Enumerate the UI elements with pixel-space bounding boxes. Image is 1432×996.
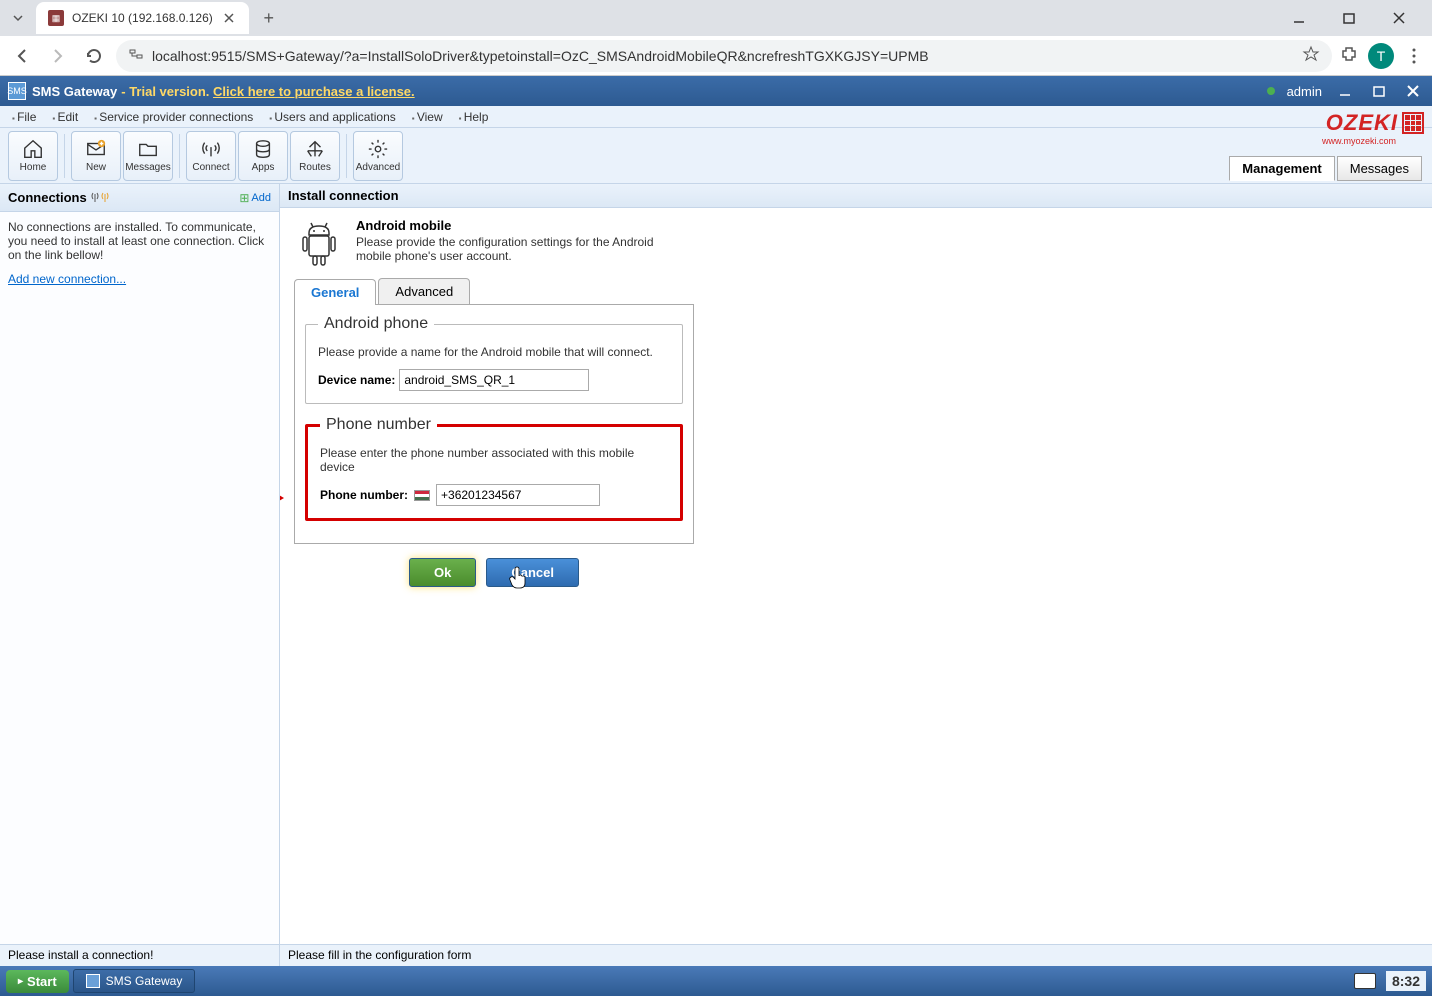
menu-view[interactable]: View: [404, 108, 451, 126]
logo-subtitle: www.myozeki.com: [1322, 136, 1396, 146]
connections-empty-text: No connections are installed. To communi…: [8, 220, 271, 262]
app-maximize-icon[interactable]: [1368, 80, 1390, 102]
app-minimize-icon[interactable]: [1334, 80, 1356, 102]
android-icon: [294, 218, 344, 268]
hungary-flag-icon: [414, 490, 430, 501]
taskbar-app-label: SMS Gateway: [106, 974, 183, 988]
status-dot-icon: [1267, 87, 1275, 95]
toolbar-apps-button[interactable]: Apps: [238, 131, 288, 181]
form-tab-general[interactable]: General: [294, 279, 376, 305]
toolbar-new-button[interactable]: New: [71, 131, 121, 181]
android-phone-legend: Android phone: [318, 315, 434, 333]
logo-text: OZEKI: [1326, 110, 1398, 136]
tab-close-icon[interactable]: [221, 10, 237, 26]
toolbar-routes-label: Routes: [299, 162, 331, 173]
toolbar-routes-button[interactable]: Routes: [290, 131, 340, 181]
tab-favicon-icon: ▦: [48, 10, 64, 26]
nav-reload-icon[interactable]: [80, 42, 108, 70]
toolbar-connect-button[interactable]: Connect: [186, 131, 236, 181]
profile-badge[interactable]: T: [1368, 43, 1394, 69]
toolbar-messages-button[interactable]: Messages: [123, 131, 173, 181]
add-connection-link[interactable]: Add: [239, 191, 271, 205]
antenna-icon: [200, 138, 222, 160]
status-right: Please fill in the configuration form: [280, 945, 479, 966]
taskbar-clock: 8:32: [1386, 971, 1426, 991]
android-phone-fieldset: Android phone Please provide a name for …: [305, 315, 683, 404]
folder-icon: [137, 138, 159, 160]
gear-icon: [367, 138, 389, 160]
red-arrow-annotation: [280, 458, 284, 538]
license-link[interactable]: Click here to purchase a license.: [213, 84, 415, 99]
add-new-connection-link[interactable]: Add new connection...: [8, 272, 126, 286]
device-name-label: Device name:: [318, 373, 395, 387]
window-close-icon[interactable]: [1384, 3, 1414, 33]
toolbar-separator: [179, 134, 180, 178]
tab-dropdown-icon[interactable]: [8, 8, 28, 28]
ok-button[interactable]: Ok: [409, 558, 476, 587]
menu-edit[interactable]: Edit: [44, 108, 86, 126]
bookmark-icon[interactable]: [1302, 45, 1320, 66]
toolbar-separator: [64, 134, 65, 178]
window-minimize-icon[interactable]: [1284, 3, 1314, 33]
app-title: SMS Gateway: [32, 84, 117, 99]
toolbar-advanced-button[interactable]: Advanced: [353, 131, 403, 181]
menu-file[interactable]: File: [4, 108, 44, 126]
trial-label: - Trial version.: [121, 84, 209, 99]
app-close-icon[interactable]: [1402, 80, 1424, 102]
connections-panel-icon: [91, 188, 109, 207]
user-label: admin: [1287, 84, 1322, 99]
connections-panel-title: Connections: [8, 190, 87, 205]
toolbar-advanced-label: Advanced: [356, 162, 400, 173]
nav-forward-icon[interactable]: [44, 42, 72, 70]
device-name-input[interactable]: [399, 369, 589, 391]
form-tab-advanced[interactable]: Advanced: [378, 278, 470, 304]
logo-grid-icon: [1402, 112, 1424, 134]
new-message-icon: [85, 138, 107, 160]
phone-number-input[interactable]: [436, 484, 600, 506]
home-icon: [22, 138, 44, 160]
site-info-icon[interactable]: [128, 46, 144, 65]
extensions-icon[interactable]: [1340, 45, 1358, 66]
new-tab-button[interactable]: +: [255, 4, 283, 32]
window-maximize-icon[interactable]: [1334, 3, 1364, 33]
status-left: Please install a connection!: [0, 945, 280, 966]
menu-users[interactable]: Users and applications: [261, 108, 403, 126]
toolbar-new-label: New: [86, 162, 106, 173]
database-icon: [252, 138, 274, 160]
menu-service-provider[interactable]: Service provider connections: [86, 108, 261, 126]
toolbar-connect-label: Connect: [192, 162, 229, 173]
toolbar-separator: [346, 134, 347, 178]
toolbar-home-label: Home: [20, 162, 47, 173]
nav-back-icon[interactable]: [8, 42, 36, 70]
app-icon: SMS: [8, 82, 26, 100]
toolbar-apps-label: Apps: [252, 162, 275, 173]
taskbar-sms-gateway[interactable]: SMS Gateway: [73, 969, 196, 993]
phone-number-description: Please enter the phone number associated…: [320, 446, 668, 474]
taskbar-app-icon: [86, 974, 100, 988]
tab-title: OZEKI 10 (192.168.0.126): [72, 11, 213, 25]
menu-help[interactable]: Help: [451, 108, 497, 126]
chrome-menu-icon[interactable]: [1404, 48, 1424, 64]
url-text: localhost:9515/SMS+Gateway/?a=InstallSol…: [152, 48, 1294, 64]
device-name-description: Please provide a name for the Android mo…: [318, 345, 670, 359]
start-button[interactable]: Start: [6, 970, 69, 993]
url-bar[interactable]: localhost:9515/SMS+Gateway/?a=InstallSol…: [116, 40, 1332, 72]
install-description: Please provide the configuration setting…: [356, 235, 656, 263]
tab-messages[interactable]: Messages: [1337, 156, 1422, 181]
phone-number-legend: Phone number: [320, 416, 437, 434]
routes-icon: [304, 138, 326, 160]
ozeki-logo: OZEKI www.myozeki.com: [1326, 110, 1424, 136]
tab-management[interactable]: Management: [1229, 156, 1334, 181]
browser-tab[interactable]: ▦ OZEKI 10 (192.168.0.126): [36, 2, 249, 34]
cancel-button[interactable]: Cancel: [486, 558, 579, 587]
phone-number-fieldset: Phone number Please enter the phone numb…: [305, 416, 683, 521]
toolbar-messages-label: Messages: [125, 162, 171, 173]
install-title: Android mobile: [356, 218, 656, 233]
toolbar-home-button[interactable]: Home: [8, 131, 58, 181]
install-connection-header: Install connection: [280, 184, 1432, 208]
phone-number-label: Phone number:: [320, 488, 408, 502]
keyboard-icon[interactable]: [1354, 973, 1376, 989]
